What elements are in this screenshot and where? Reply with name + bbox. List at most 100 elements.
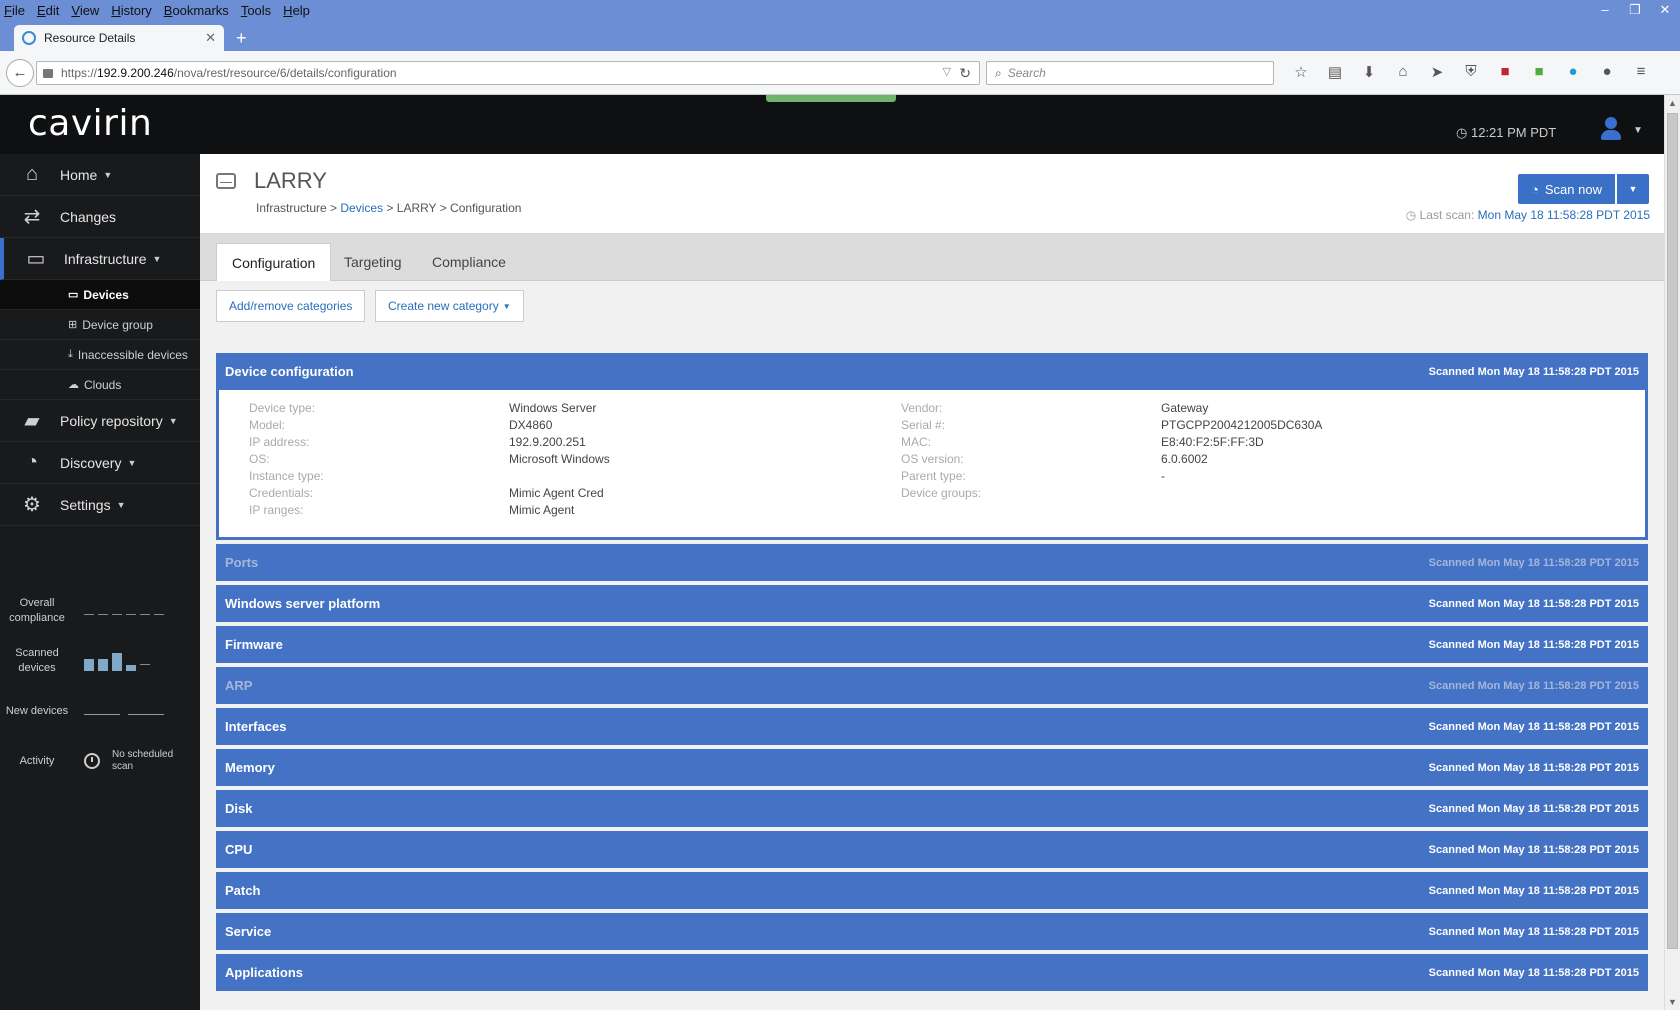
menu-file[interactable]: File <box>4 3 25 18</box>
menu-bookmarks[interactable]: Bookmarks <box>164 3 229 18</box>
section-header[interactable]: Firmware Scanned Mon May 18 11:58:28 PDT … <box>216 626 1648 663</box>
skype-icon[interactable]: ● <box>1556 63 1590 81</box>
sidebar-item-home[interactable]: ⌂ Home ▼ <box>0 154 200 196</box>
url-host: 192.9.200.246 <box>97 66 174 80</box>
section-header[interactable]: Patch Scanned Mon May 18 11:58:28 PDT 201… <box>216 872 1648 909</box>
bookmark-star-icon[interactable]: ☆ <box>1284 63 1318 81</box>
scan-now-button[interactable]: ◔ Scan now <box>1518 174 1615 204</box>
section-header[interactable]: ARP Scanned Mon May 18 11:58:28 PDT 2015 <box>216 667 1648 704</box>
vertical-scrollbar[interactable]: ▲ ▼ <box>1664 95 1680 1010</box>
field-value-wrap: Gateway <box>1161 400 1208 417</box>
field-key: IP ranges: <box>249 502 303 519</box>
tab-configuration[interactable]: Configuration <box>216 243 332 281</box>
clock: ◷ 12:21 PM PDT <box>1456 125 1556 141</box>
pdf-icon[interactable]: ■ <box>1488 63 1522 81</box>
section-scanned: Scanned Mon May 18 11:58:28 PDT 2015 <box>1428 679 1639 692</box>
menu-history[interactable]: History <box>111 3 151 18</box>
menu-help[interactable]: Help <box>283 3 310 18</box>
field-value-wrap: Windows Server <box>509 400 596 417</box>
section-header[interactable]: Applications Scanned Mon May 18 11:58:28 … <box>216 954 1648 991</box>
browser-search-input[interactable]: ⌕ Search <box>986 61 1274 85</box>
sidebar-subitem-devices[interactable]: ▭ Devices <box>0 280 200 310</box>
user-caret-icon[interactable]: ▼ <box>1633 125 1643 136</box>
scrollbar-thumb[interactable] <box>1667 113 1678 949</box>
url-bar[interactable]: https://192.9.200.246/nova/rest/resource… <box>36 61 980 85</box>
chevron-down-icon: ▼ <box>116 499 126 510</box>
create-new-category-button[interactable]: Create new category ▼ <box>375 290 524 322</box>
section-scanned: Scanned Mon May 18 11:58:28 PDT 2015 <box>1428 966 1639 979</box>
section-header[interactable]: Disk Scanned Mon May 18 11:58:28 PDT 2015 <box>216 790 1648 827</box>
close-window-icon[interactable]: ✕ <box>1650 0 1680 21</box>
reload-icon[interactable]: ↻ <box>959 65 971 82</box>
url-dropdown-icon[interactable]: ▽ <box>943 65 951 78</box>
user-icon[interactable] <box>1600 117 1622 141</box>
clock-icon: ◷ <box>1456 125 1468 140</box>
sidebar-item-label: Home <box>60 166 98 183</box>
field-value-wrap: E8:40:F2:5F:FF:3D <box>1161 434 1264 451</box>
section-header[interactable]: Device configuration Scanned Mon May 18 1… <box>216 353 1648 390</box>
sidebar-item-infrastructure[interactable]: ▭ Infrastructure ▼ <box>0 238 200 280</box>
section-title: Memory <box>225 760 275 775</box>
scan-options-dropdown[interactable]: ▼ <box>1617 174 1649 204</box>
new-tab-icon[interactable]: + <box>236 28 247 49</box>
notification-tab[interactable] <box>766 95 896 102</box>
crumb-devices-link[interactable]: Devices <box>340 201 383 215</box>
section-header[interactable]: Interfaces Scanned Mon May 18 11:58:28 PD… <box>216 708 1648 745</box>
sidebar-subitem-inaccessible[interactable]: ⤓ Inaccessible devices <box>0 340 200 370</box>
hamburger-menu-icon[interactable]: ≡ <box>1624 63 1658 81</box>
section-scanned: Scanned Mon May 18 11:58:28 PDT 2015 <box>1428 556 1639 569</box>
field-label: IP address: <box>249 435 310 449</box>
stat-label: Scanned devices <box>15 647 59 674</box>
restore-icon[interactable]: ❐ <box>1620 0 1650 21</box>
section-header[interactable]: CPU Scanned Mon May 18 11:58:28 PDT 2015 <box>216 831 1648 868</box>
sidebar-item-changes[interactable]: ⇄ Changes <box>0 196 200 238</box>
section-header[interactable]: Windows server platform Scanned Mon May 1… <box>216 585 1648 622</box>
chevron-down-icon: ▼ <box>127 457 137 468</box>
field-value: Mimic Agent Cred <box>509 486 604 500</box>
back-arrow-icon[interactable]: ← <box>6 58 34 87</box>
menu-edit[interactable]: Edit <box>37 3 59 18</box>
section-header[interactable]: Ports Scanned Mon May 18 11:58:28 PDT 201… <box>216 544 1648 581</box>
chat-icon[interactable]: ● <box>1590 63 1624 81</box>
chevron-down-icon: ▼ <box>103 169 113 180</box>
field-label: Parent type: <box>901 469 966 483</box>
sidebar-subitem-clouds[interactable]: ☁ Clouds <box>0 370 200 400</box>
field-value-wrap: PTGCPP2004212005DC630A <box>1161 417 1322 434</box>
sidebar-item-discovery[interactable]: ◔ Discovery ▼ <box>0 442 200 484</box>
section-title: Applications <box>225 965 304 980</box>
stat-label: Activity <box>19 754 55 767</box>
field-key: Instance type: <box>249 468 324 485</box>
sidebar-subitem-device-group[interactable]: ⊞ Device group <box>0 310 200 340</box>
sidebar-item-settings[interactable]: ⚙ Settings ▼ <box>0 484 200 526</box>
clock-time: 12:21 PM PDT <box>1470 125 1557 140</box>
field-key: MAC: <box>901 434 931 451</box>
reading-list-icon[interactable]: ▤ <box>1318 63 1352 81</box>
last-scan-value[interactable]: Mon May 18 11:58:28 PDT 2015 <box>1478 208 1650 222</box>
tab-targeting[interactable]: Targeting <box>329 243 417 281</box>
tab-compliance[interactable]: Compliance <box>417 243 521 281</box>
extension-icon[interactable]: ■ <box>1522 63 1556 81</box>
field-value: PTGCPP2004212005DC630A <box>1161 418 1323 432</box>
scroll-up-icon[interactable]: ▲ <box>1668 98 1677 108</box>
sidebar-item-policy-repository[interactable]: ▰ Policy repository ▼ <box>0 400 200 442</box>
minimize-icon[interactable]: – <box>1590 0 1620 21</box>
download-icon[interactable]: ⬇ <box>1352 63 1386 81</box>
menu-tools[interactable]: Tools <box>241 3 271 18</box>
sparkline-scanned <box>84 651 150 671</box>
menu-view[interactable]: View <box>71 3 99 18</box>
sitemap-icon: ⊞ <box>68 319 78 331</box>
section-scanned: Scanned Mon May 18 11:58:28 PDT 2015 <box>1428 720 1639 733</box>
section-header[interactable]: Service Scanned Mon May 18 11:58:28 PDT 2… <box>216 913 1648 950</box>
browser-tab[interactable]: Resource Details ✕ <box>14 25 224 51</box>
shield-icon[interactable]: ⛨ <box>1454 63 1488 81</box>
scroll-down-icon[interactable]: ▼ <box>1668 997 1677 1007</box>
browser-tabstrip: Resource Details ✕ + <box>0 21 1680 51</box>
send-icon[interactable]: ➤ <box>1420 63 1454 81</box>
section-header[interactable]: Memory Scanned Mon May 18 11:58:28 PDT 20… <box>216 749 1648 786</box>
tab-title: Resource Details <box>44 31 136 45</box>
close-tab-icon[interactable]: ✕ <box>205 30 216 46</box>
add-remove-categories-button[interactable]: Add/remove categories <box>216 290 366 322</box>
field-key: OS version: <box>901 451 964 468</box>
field-value-wrap: Mimic Agent Cred <box>509 485 604 502</box>
home-browser-icon[interactable]: ⌂ <box>1386 63 1420 81</box>
